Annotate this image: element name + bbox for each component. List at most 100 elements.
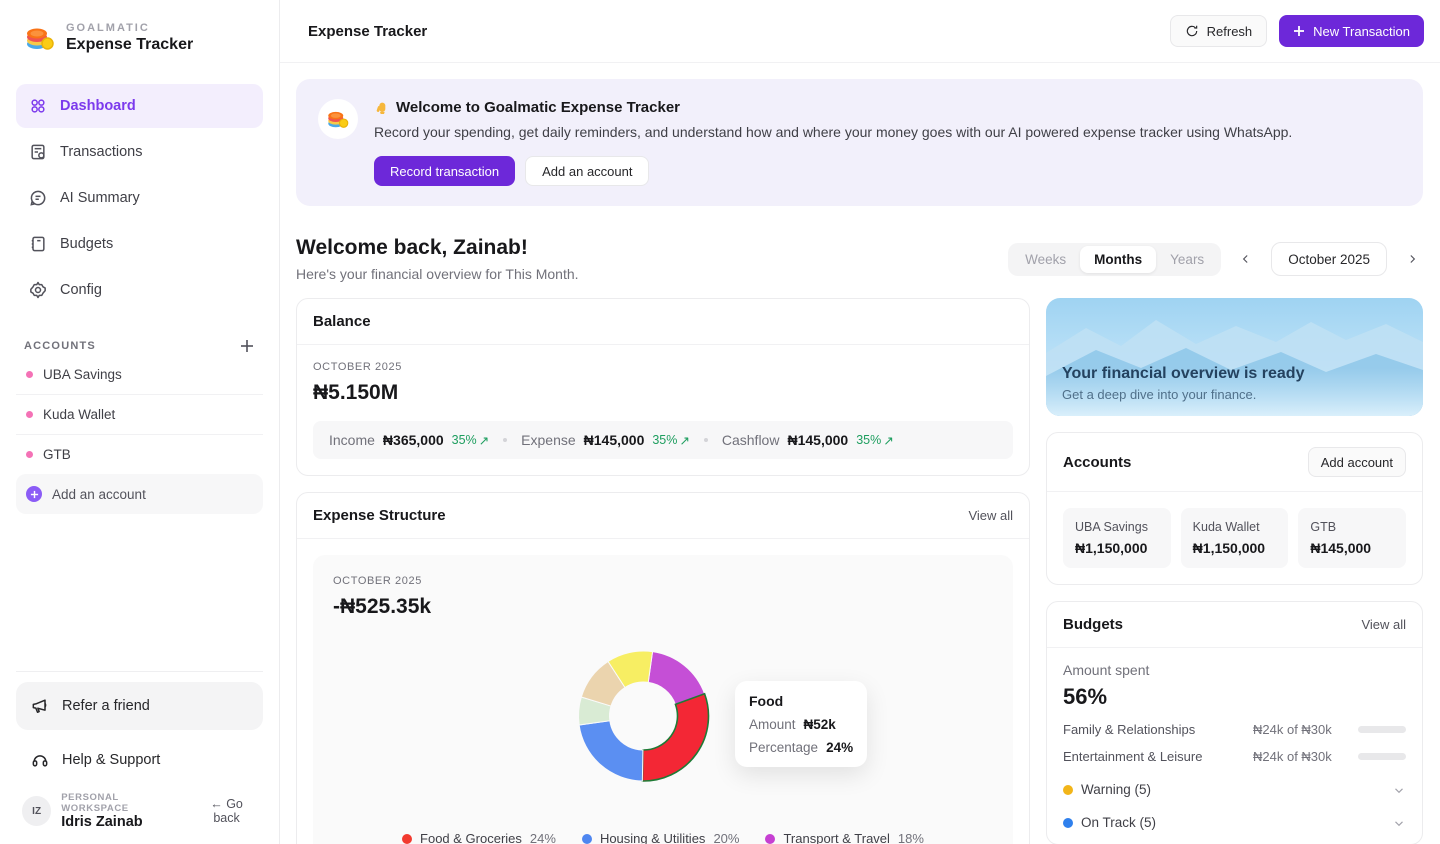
legend-item-housing[interactable]: Housing & Utilities 20% — [582, 831, 740, 844]
sidebar-item-transactions[interactable]: Transactions — [16, 130, 263, 174]
page-title: Expense Tracker — [308, 23, 427, 40]
expense-structure-header: Expense Structure View all — [297, 493, 1029, 539]
account-tile-uba[interactable]: UBA Savings ₦1,150,000 — [1063, 508, 1171, 568]
budget-group-warning[interactable]: Warning (5) — [1063, 782, 1406, 797]
sidebar-item-config[interactable]: Config — [16, 268, 263, 312]
account-dot — [26, 451, 33, 458]
period-select-button[interactable]: October 2025 — [1271, 242, 1387, 276]
sidebar-account-gtb[interactable]: GTB — [16, 434, 263, 474]
account-tile-kuda[interactable]: Kuda Wallet ₦1,150,000 — [1181, 508, 1289, 568]
tooltip-pct-label: Percentage — [749, 740, 818, 755]
budget-group-on-track[interactable]: On Track (5) — [1063, 815, 1406, 830]
donut-segment[interactable] — [642, 694, 708, 781]
add-account-plus-button[interactable] — [239, 338, 255, 354]
sidebar-item-label: AI Summary — [60, 190, 140, 206]
tooltip-pct-value: 24% — [826, 740, 853, 755]
topbar-actions: Refresh New Transaction — [1170, 15, 1424, 47]
tab-months[interactable]: Months — [1080, 246, 1156, 273]
donut-segment[interactable] — [579, 721, 643, 781]
sidebar-add-account-button[interactable]: Add an account — [16, 474, 263, 514]
tooltip-amount-value: ₦52k — [804, 717, 836, 732]
expense-view-all-link[interactable]: View all — [968, 508, 1013, 523]
separator-dot — [503, 438, 507, 442]
gear-icon — [28, 280, 48, 300]
sidebar-item-budgets[interactable]: Budgets — [16, 222, 263, 266]
legend-item-transport[interactable]: Transport & Travel 18% — [765, 831, 923, 844]
tab-weeks[interactable]: Weeks — [1011, 246, 1080, 273]
refer-a-friend-button[interactable]: Refer a friend — [16, 682, 263, 730]
balance-title: Balance — [313, 313, 371, 330]
sidebar-item-dashboard[interactable]: Dashboard — [16, 84, 263, 128]
chat-bubble-icon — [28, 188, 48, 208]
banner-actions: Record transaction Add an account — [374, 156, 1292, 186]
donut-chart[interactable]: Food Amount ₦52k Percentage 24% — [333, 641, 993, 791]
previous-period-button[interactable] — [1235, 248, 1257, 270]
sidebar-accounts-list: UBA Savings Kuda Wallet GTB Add an accou… — [16, 354, 263, 514]
account-tile-gtb[interactable]: GTB ₦145,000 — [1298, 508, 1406, 568]
financial-overview-card[interactable]: Your financial overview is ready Get a d… — [1046, 298, 1423, 416]
avatar: IZ — [22, 796, 51, 826]
add-account-button[interactable]: Add account — [1308, 447, 1406, 477]
account-name: UBA Savings — [43, 367, 122, 382]
help-support-button[interactable]: Help & Support — [16, 738, 263, 782]
refresh-button[interactable]: Refresh — [1170, 15, 1268, 47]
chevron-left-icon — [1239, 252, 1253, 266]
sidebar-account-uba[interactable]: UBA Savings — [16, 354, 263, 394]
sidebar-item-label: Transactions — [60, 144, 142, 160]
expense-value: ₦145,000 — [584, 432, 645, 448]
megaphone-icon — [30, 696, 50, 716]
welcome-back-subtitle: Here's your financial overview for This … — [296, 266, 579, 282]
expense-delta: 35%↗ — [652, 433, 690, 448]
record-transaction-button[interactable]: Record transaction — [374, 156, 515, 186]
trend-up-icon: ↗ — [679, 433, 689, 448]
headphones-icon — [30, 750, 50, 770]
refresh-icon — [1185, 24, 1199, 38]
account-name: Kuda Wallet — [43, 407, 115, 422]
chart-tooltip: Food Amount ₦52k Percentage 24% — [735, 681, 867, 767]
refresh-label: Refresh — [1207, 24, 1253, 39]
accounts-section-header: ACCOUNTS — [16, 338, 263, 354]
cashflow-value: ₦145,000 — [787, 432, 848, 448]
next-period-button[interactable] — [1401, 248, 1423, 270]
accounts-card-title: Accounts — [1063, 454, 1131, 471]
sidebar-item-ai-summary[interactable]: AI Summary — [16, 176, 263, 220]
new-transaction-button[interactable]: New Transaction — [1279, 15, 1424, 47]
sidebar-account-kuda[interactable]: Kuda Wallet — [16, 394, 263, 434]
progress-bar — [1358, 753, 1406, 760]
budgets-card-title: Budgets — [1063, 616, 1123, 633]
main-area: Expense Tracker Refresh New Transaction — [280, 0, 1440, 844]
add-account-label: Add an account — [52, 487, 146, 502]
overview-row: Welcome back, Zainab! Here's your financ… — [296, 236, 1423, 282]
banner-title: Welcome to Goalmatic Expense Tracker — [396, 99, 680, 116]
help-label: Help & Support — [62, 752, 160, 768]
transactions-icon — [28, 142, 48, 162]
donut-chart-svg[interactable] — [569, 641, 719, 791]
accounts-card-header: Accounts Add account — [1047, 433, 1422, 492]
sidebar-item-label: Config — [60, 282, 102, 298]
workspace-switcher[interactable]: IZ PERSONAL WORKSPACE Idris Zainab ← Go … — [16, 792, 263, 830]
tab-years[interactable]: Years — [1156, 246, 1218, 273]
expense-structure-title: Expense Structure — [313, 507, 446, 524]
income-delta: 35%↗ — [452, 433, 490, 448]
balance-period: OCTOBER 2025 — [313, 361, 1013, 373]
period-segmented-control: Weeks Months Years — [1008, 243, 1221, 276]
banner-title-row: Welcome to Goalmatic Expense Tracker — [374, 99, 1292, 116]
accounts-card: Accounts Add account UBA Savings ₦1,150,… — [1046, 432, 1423, 585]
progress-bar — [1358, 726, 1406, 733]
expense-stat: Expense ₦145,000 35%↗ — [521, 432, 690, 448]
banner-body: Record your spending, get daily reminder… — [374, 124, 1292, 140]
workspace-label: PERSONAL WORKSPACE — [61, 792, 186, 814]
banner-coins-icon — [318, 99, 358, 139]
sidebar: GOALMATIC Expense Tracker Dashboard Tran… — [0, 0, 280, 844]
amount-spent-pct: 56% — [1063, 684, 1406, 710]
balance-amount: ₦5.150M — [313, 381, 1013, 405]
legend-item-food[interactable]: Food & Groceries 24% — [402, 831, 556, 844]
banner-add-account-button[interactable]: Add an account — [525, 156, 649, 186]
budgets-view-all-link[interactable]: View all — [1361, 617, 1406, 632]
go-back-button[interactable]: ← Go back — [196, 797, 257, 825]
legend-dot — [402, 834, 412, 844]
budget-row-family: Family & Relationships ₦24k of ₦30k — [1063, 722, 1406, 737]
cashflow-label: Cashflow — [722, 432, 780, 448]
separator-dot — [704, 438, 708, 442]
expense-total: -₦525.35k — [333, 595, 993, 619]
